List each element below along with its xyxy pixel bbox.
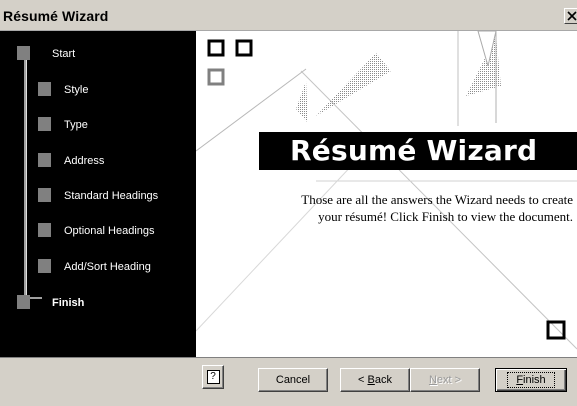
finish-message: Those are all the answers the Wizard nee… (301, 192, 573, 224)
logo-square-3 (207, 68, 225, 86)
step-style[interactable]: Style (0, 80, 196, 102)
step-label: Start (52, 48, 76, 60)
wizard-steps-panel: Start Style Type Address Standard Headin… (0, 31, 196, 357)
step-marker-icon (17, 295, 30, 309)
logo-square-1 (207, 39, 225, 57)
finish-label: Finish (507, 372, 555, 388)
step-marker-icon (38, 117, 51, 131)
step-add-sort-heading[interactable]: Add/Sort Heading (0, 257, 196, 279)
step-marker-icon (38, 153, 51, 167)
step-optional-headings[interactable]: Optional Headings (0, 221, 196, 243)
title-bar[interactable]: Résumé Wizard (0, 0, 577, 31)
back-prefix: < (358, 374, 368, 386)
step-marker-icon (38, 223, 51, 237)
help-button[interactable]: ? (202, 365, 224, 389)
step-marker-icon (17, 46, 30, 60)
cancel-button[interactable]: Cancel (258, 368, 328, 392)
logo-square-4 (546, 320, 566, 340)
step-finish[interactable]: Finish (0, 293, 196, 315)
back-mnemonic: B (367, 374, 375, 386)
banner-title: Résumé Wizard (290, 134, 538, 167)
next-label: Next > (429, 374, 461, 386)
step-start[interactable]: Start (0, 44, 196, 66)
cancel-label: Cancel (275, 374, 311, 386)
back-label: < Back (358, 374, 392, 386)
finish-rest: inish (523, 374, 546, 386)
step-label: Type (64, 119, 88, 131)
back-button[interactable]: < Back (340, 368, 410, 392)
close-icon (567, 11, 577, 21)
close-button[interactable] (564, 8, 577, 24)
step-label: Address (64, 155, 105, 167)
step-standard-headings[interactable]: Standard Headings (0, 186, 196, 208)
button-bar: ? Cancel < Back Next > Finish (0, 357, 577, 406)
step-type[interactable]: Type (0, 115, 196, 137)
next-rest: ext > (436, 374, 462, 386)
logo-square-2 (235, 39, 253, 57)
resume-wizard-dialog: Résumé Wizard Start Style Type Address S… (0, 0, 577, 406)
help-icon: ? (206, 370, 220, 384)
back-rest: ack (374, 374, 392, 386)
next-button[interactable]: Next > (410, 368, 480, 392)
step-label: Optional Headings (64, 225, 155, 237)
step-label: Add/Sort Heading (64, 261, 151, 273)
window-title: Résumé Wizard (3, 8, 109, 24)
step-marker-icon (38, 188, 51, 202)
wizard-content-panel: Résumé Wizard Those are all the answers … (196, 31, 577, 357)
step-label: Finish (52, 297, 85, 309)
step-label: Standard Headings (64, 190, 159, 202)
step-label: Style (64, 84, 89, 96)
next-mnemonic: N (428, 374, 437, 386)
step-marker-icon (38, 259, 51, 273)
step-address[interactable]: Address (0, 151, 196, 173)
step-marker-icon (38, 82, 51, 96)
finish-button[interactable]: Finish (495, 368, 567, 392)
